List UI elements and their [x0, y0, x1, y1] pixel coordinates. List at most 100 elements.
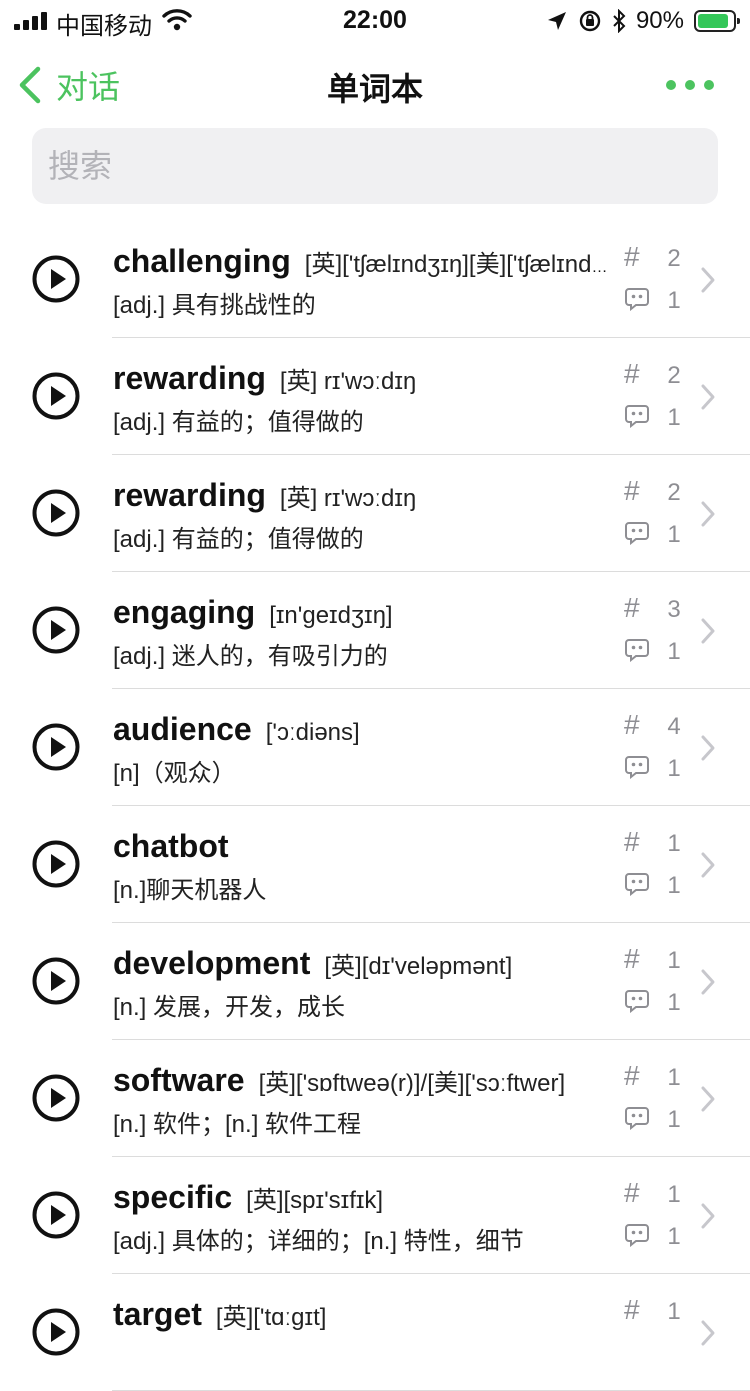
- search-input[interactable]: [32, 128, 704, 204]
- tag-count: 1: [667, 947, 681, 974]
- hashtag-icon: #: [624, 1060, 640, 1091]
- chevron-right-icon: [701, 852, 715, 878]
- tag-count: 1: [667, 1181, 681, 1208]
- list-item[interactable]: rewarding [英] rɪ'wɔːdɪŋ [adj.] 有益的；值得做的 #…: [0, 455, 750, 572]
- play-icon[interactable]: [32, 1191, 80, 1239]
- hashtag-icon: #: [624, 241, 640, 272]
- play-icon[interactable]: [32, 957, 80, 1005]
- status-bar: 中国移动 22:00 90%: [0, 0, 750, 40]
- play-icon[interactable]: [32, 372, 80, 420]
- comment-count: 1: [667, 404, 681, 431]
- chevron-right-icon: [701, 501, 715, 527]
- chevron-right-icon: [701, 384, 715, 410]
- word: development: [113, 945, 311, 981]
- play-icon[interactable]: [32, 840, 80, 888]
- word: target: [113, 1296, 202, 1332]
- word: challenging: [113, 243, 291, 279]
- list-item[interactable]: challenging [英]['tʃælɪndʒɪŋ][美]['tʃælɪndʒ…: [0, 221, 750, 338]
- definition: [n]（观众）: [113, 760, 236, 787]
- definition: [n.] 软件；[n.] 软件工程: [113, 1111, 362, 1138]
- play-icon[interactable]: [32, 255, 80, 303]
- comment-quote-icon: [625, 405, 649, 428]
- play-icon[interactable]: [32, 1074, 80, 1122]
- battery-percent: 90%: [635, 7, 684, 34]
- comment-quote-icon: [625, 288, 649, 311]
- comment-count: 1: [667, 989, 681, 1016]
- definition: [n.] 发展，开发，成长: [113, 994, 346, 1021]
- phonetic: [ɪn'geɪdʒɪŋ]: [269, 602, 393, 629]
- list-item[interactable]: engaging [ɪn'geɪdʒɪŋ] [adj.] 迷人的，有吸引力的 # …: [0, 572, 750, 689]
- tag-count: 2: [667, 362, 681, 389]
- comment-count: 1: [667, 1106, 681, 1133]
- word: chatbot: [113, 828, 229, 864]
- word-list: challenging [英]['tʃælɪndʒɪŋ][美]['tʃælɪndʒ…: [0, 221, 750, 1391]
- phonetic: [英][dɪ'veləpmənt]: [324, 953, 513, 980]
- phonetic: ['ɔːdiəns]: [265, 719, 360, 746]
- comment-quote-icon: [625, 522, 649, 545]
- more-dots-icon[interactable]: [666, 80, 714, 90]
- word: rewarding: [113, 477, 266, 513]
- definition: [n.]聊天机器人: [113, 877, 267, 904]
- phonetic: [英]['tʃælɪndʒɪŋ][美]['tʃælɪndʒɪŋ]: [304, 251, 608, 278]
- comment-quote-icon: [625, 873, 649, 896]
- tag-count: 2: [667, 245, 681, 272]
- list-item[interactable]: specific [英][spɪ'sɪfɪk] [adj.] 具体的；详细的；[n…: [0, 1157, 750, 1274]
- hashtag-icon: #: [624, 475, 640, 506]
- word: software: [113, 1062, 245, 1098]
- word: specific: [113, 1179, 233, 1215]
- definition: [adj.] 具体的；详细的；[n.] 特性，细节: [113, 1228, 524, 1255]
- chevron-right-icon: [701, 1203, 715, 1229]
- hashtag-icon: #: [624, 1294, 640, 1325]
- definition: [adj.] 迷人的，有吸引力的: [113, 643, 388, 670]
- list-item[interactable]: chatbot [n.]聊天机器人 # 1 1: [0, 806, 750, 923]
- comment-count: 1: [667, 1223, 681, 1250]
- list-item[interactable]: software [英]['sɒftweə(r)]/[美]['sɔːftwer] …: [0, 1040, 750, 1157]
- definition: [adj.] 有益的；值得做的: [113, 526, 364, 553]
- tag-count: 1: [667, 1064, 681, 1091]
- definition: [adj.] 有益的；值得做的: [113, 409, 364, 436]
- play-icon[interactable]: [32, 723, 80, 771]
- orientation-lock-icon: [579, 10, 601, 32]
- word: audience: [113, 711, 252, 747]
- search-bar[interactable]: [32, 128, 718, 204]
- hashtag-icon: #: [624, 358, 640, 389]
- chevron-right-icon: [701, 1086, 715, 1112]
- hashtag-icon: #: [624, 943, 640, 974]
- page-title: 单词本: [326, 71, 423, 107]
- battery-icon: [694, 10, 740, 32]
- list-item[interactable]: rewarding [英] rɪ'wɔːdɪŋ [adj.] 有益的；值得做的 #…: [0, 338, 750, 455]
- tag-count: 4: [667, 713, 681, 740]
- phonetic: [英] rɪ'wɔːdɪŋ: [279, 368, 417, 395]
- list-item[interactable]: development [英][dɪ'veləpmənt] [n.] 发展，开发，…: [0, 923, 750, 1040]
- chevron-right-icon: [701, 1320, 715, 1346]
- word: engaging: [113, 594, 256, 630]
- status-right: 90%: [546, 6, 740, 36]
- hashtag-icon: #: [624, 592, 640, 623]
- bluetooth-icon: [613, 9, 626, 33]
- definition: [adj.] 具有挑战性的: [113, 292, 316, 319]
- hashtag-icon: #: [624, 709, 640, 740]
- hashtag-icon: #: [624, 826, 640, 857]
- chevron-right-icon: [701, 618, 715, 644]
- comment-quote-icon: [625, 756, 649, 779]
- list-item[interactable]: target [英]['tɑːgɪt] # 1: [0, 1274, 750, 1391]
- tag-count: 2: [667, 479, 681, 506]
- tag-count: 3: [667, 596, 681, 623]
- comment-count: 1: [667, 638, 681, 665]
- play-icon[interactable]: [32, 1308, 80, 1356]
- word: rewarding: [113, 360, 266, 396]
- play-icon[interactable]: [32, 489, 80, 537]
- navigation-bar: 对话 单词本: [0, 46, 750, 122]
- chevron-right-icon: [701, 969, 715, 995]
- play-icon[interactable]: [32, 606, 80, 654]
- phonetic: [英] rɪ'wɔːdɪŋ: [279, 485, 417, 512]
- comment-count: 1: [667, 872, 681, 899]
- chevron-right-icon: [701, 267, 715, 293]
- location-arrow-icon: [547, 12, 566, 30]
- phonetic: [英][spɪ'sɪfɪk]: [246, 1187, 384, 1214]
- comment-quote-icon: [625, 1107, 649, 1130]
- list-item[interactable]: audience ['ɔːdiəns] [n]（观众） # 4 1: [0, 689, 750, 806]
- comment-quote-icon: [625, 1224, 649, 1247]
- phonetic: [英]['tɑːgɪt]: [215, 1304, 327, 1331]
- comment-quote-icon: [625, 639, 649, 662]
